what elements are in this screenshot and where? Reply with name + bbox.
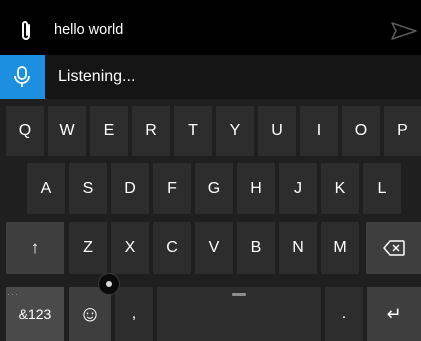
microphone-icon bbox=[14, 66, 30, 87]
backspace-key[interactable] bbox=[366, 222, 421, 274]
cursor-control-icon[interactable] bbox=[98, 273, 120, 295]
emoji-key[interactable]: ☺ bbox=[69, 287, 111, 341]
enter-key[interactable]: ↵ bbox=[367, 287, 421, 341]
key-n[interactable]: N bbox=[279, 222, 317, 274]
backspace-icon bbox=[382, 240, 405, 256]
key-c[interactable]: C bbox=[153, 222, 191, 274]
key-j[interactable]: J bbox=[279, 163, 317, 214]
key-a[interactable]: A bbox=[27, 163, 65, 214]
key-p[interactable]: P bbox=[384, 106, 421, 156]
key-k[interactable]: K bbox=[321, 163, 359, 214]
key-m[interactable]: M bbox=[321, 222, 359, 274]
period-key[interactable]: . bbox=[325, 287, 363, 341]
send-arrow-icon[interactable] bbox=[391, 22, 417, 40]
dictation-bar: Listening... bbox=[0, 55, 421, 99]
key-o[interactable]: O bbox=[342, 106, 380, 156]
message-input[interactable]: hello world bbox=[54, 22, 123, 38]
key-d[interactable]: D bbox=[111, 163, 149, 214]
key-e[interactable]: E bbox=[90, 106, 128, 156]
key-h[interactable]: H bbox=[237, 163, 275, 214]
key-t[interactable]: T bbox=[174, 106, 212, 156]
shift-key[interactable]: ↑ bbox=[6, 222, 64, 274]
key-q[interactable]: Q bbox=[6, 106, 44, 156]
key-r[interactable]: R bbox=[132, 106, 170, 156]
more-dots-icon: ··· bbox=[7, 289, 19, 299]
key-g[interactable]: G bbox=[195, 163, 233, 214]
key-f[interactable]: F bbox=[153, 163, 191, 214]
key-l[interactable]: L bbox=[363, 163, 401, 214]
comma-key[interactable]: , bbox=[115, 287, 153, 341]
key-i[interactable]: I bbox=[300, 106, 338, 156]
key-v[interactable]: V bbox=[195, 222, 233, 274]
microphone-button[interactable] bbox=[0, 55, 45, 99]
listening-status: Listening... bbox=[58, 68, 136, 85]
key-y[interactable]: Y bbox=[216, 106, 254, 156]
key-w[interactable]: W bbox=[48, 106, 86, 156]
key-s[interactable]: S bbox=[69, 163, 107, 214]
key-u[interactable]: U bbox=[258, 106, 296, 156]
space-grip-icon bbox=[232, 293, 246, 296]
key-b[interactable]: B bbox=[237, 222, 275, 274]
paperclip-icon[interactable] bbox=[17, 19, 35, 43]
key-z[interactable]: Z bbox=[69, 222, 107, 274]
key-x[interactable]: X bbox=[111, 222, 149, 274]
message-bar: hello world bbox=[0, 0, 421, 55]
